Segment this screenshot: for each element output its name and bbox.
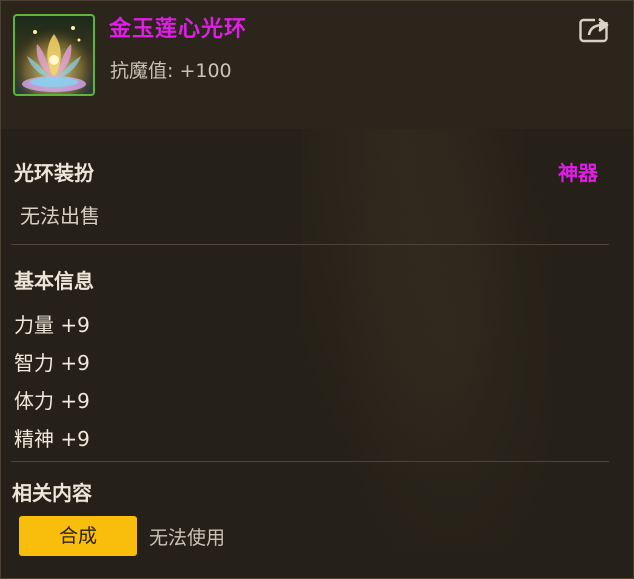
item-stat: 抗魔值: +100	[110, 60, 232, 82]
item-header: 金玉莲心光环 抗魔值: +100	[1, 1, 633, 129]
item-name: 金玉莲心光环	[109, 17, 248, 42]
attribute-strength: 力量 +9	[14, 313, 90, 337]
lotus-aura-icon	[13, 14, 95, 96]
related-title: 相关内容	[12, 481, 92, 505]
divider	[11, 244, 609, 245]
attribute-spirit: 精神 +9	[14, 427, 90, 451]
divider	[11, 461, 609, 462]
attribute-stamina: 体力 +9	[14, 389, 90, 413]
item-tooltip-panel: 金玉莲心光环 抗魔值: +100 光环装扮 神器 无法出售 基本信息 力量 +9…	[0, 0, 634, 579]
craft-button[interactable]: 合成	[19, 516, 137, 556]
sell-status: 无法出售	[20, 204, 100, 228]
attribute-intelligence: 智力 +9	[14, 351, 90, 375]
category-title: 光环装扮	[14, 161, 94, 185]
rarity-label: 神器	[558, 161, 598, 185]
use-status: 无法使用	[149, 527, 226, 549]
share-icon[interactable]	[579, 15, 611, 43]
basic-info-title: 基本信息	[14, 269, 94, 293]
